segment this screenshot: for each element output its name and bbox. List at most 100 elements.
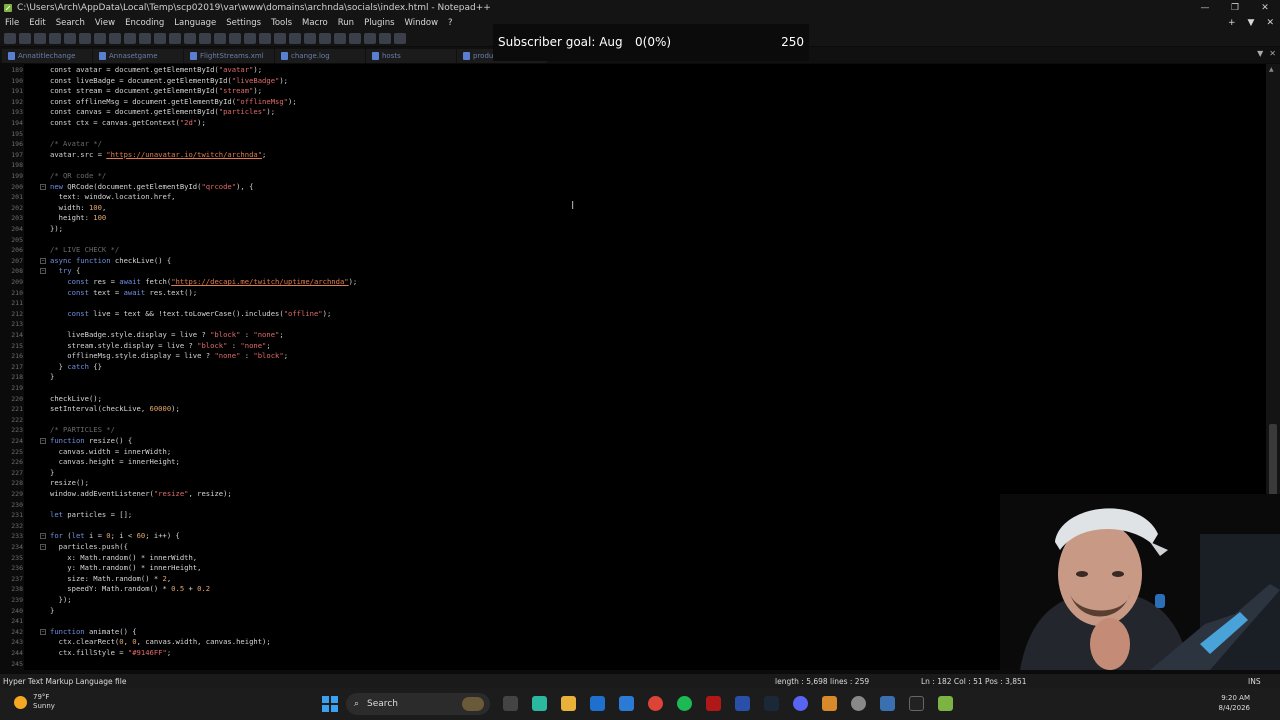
line-number: 225 (11, 447, 23, 456)
status-length: length : 5,698 lines : 259 (775, 676, 870, 686)
save-icon[interactable] (34, 32, 46, 44)
udl-icon[interactable] (319, 32, 331, 44)
photos-app-icon[interactable] (619, 696, 634, 711)
paste-icon[interactable] (139, 32, 151, 44)
menu-file[interactable]: File (0, 18, 24, 28)
menu-search[interactable]: Search (51, 18, 90, 28)
new-tab-icon[interactable]: + (1228, 18, 1236, 28)
find-icon[interactable] (184, 32, 196, 44)
redo-icon[interactable] (169, 32, 181, 44)
obs-icon[interactable] (851, 696, 866, 711)
chrome-icon[interactable] (648, 696, 663, 711)
close-button[interactable]: ✕ (1250, 0, 1280, 16)
tab-4[interactable]: hosts (366, 49, 456, 63)
code-line: 198 (0, 160, 1266, 171)
fold-toggle-icon[interactable]: − (40, 183, 46, 190)
menu-view[interactable]: View (90, 18, 120, 28)
code-token: const liveBadge = document.getElementByI… (50, 75, 232, 85)
spotify-icon[interactable] (677, 696, 692, 711)
cut-icon[interactable] (109, 32, 121, 44)
code-text: /* PARTICLES */ (50, 425, 115, 436)
minimize-button[interactable]: — (1190, 0, 1220, 16)
line-number: 229 (11, 490, 23, 498)
scroll-up-icon[interactable]: ▲ (1269, 66, 1274, 73)
code-token: ); (197, 118, 206, 127)
sync-v-icon[interactable] (244, 32, 256, 44)
line-number: 235 (11, 553, 23, 562)
code-token: } (50, 467, 55, 477)
tab-list-icon[interactable]: ▼ (1248, 18, 1255, 28)
tab-3[interactable]: change.log (275, 49, 365, 63)
menu-window[interactable]: Window (400, 18, 444, 28)
app-icon-dark[interactable] (909, 696, 924, 711)
line-number: 242 (11, 627, 23, 636)
close-all-icon[interactable] (79, 32, 91, 44)
code-line: 209 const res = await fetch("https://dec… (0, 277, 1266, 288)
notepadpp-taskbar-icon[interactable] (938, 696, 953, 711)
menu-help[interactable]: ? (443, 18, 458, 28)
copy-icon[interactable] (124, 32, 136, 44)
fold-toggle-icon[interactable]: − (40, 628, 46, 635)
doc-map-icon[interactable] (334, 32, 346, 44)
menu-settings[interactable]: Settings (221, 18, 266, 28)
print-icon[interactable] (94, 32, 106, 44)
zoom-out-icon[interactable] (229, 32, 241, 44)
app-icon-orange[interactable] (822, 696, 837, 711)
menu-run[interactable]: Run (333, 18, 359, 28)
system-clock[interactable]: 9:20 AM 8/4/2026 (1219, 693, 1250, 713)
start-button[interactable] (322, 696, 338, 712)
menu-tools[interactable]: Tools (266, 18, 297, 28)
fold-toggle-icon[interactable]: − (40, 544, 46, 550)
record-macro-icon[interactable] (394, 32, 406, 44)
code-text: const offlineMsg = document.getElementBy… (50, 97, 297, 108)
maximize-button[interactable]: ❐ (1220, 0, 1250, 16)
folder-workspace-icon[interactable] (364, 32, 376, 44)
menu-macro[interactable]: Macro (297, 18, 333, 28)
show-all-icon[interactable] (289, 32, 301, 44)
open-file-icon[interactable] (19, 32, 31, 44)
code-token: } (50, 605, 55, 615)
close-doc-icon[interactable]: ✕ (1266, 18, 1274, 28)
fold-toggle-icon[interactable]: − (40, 438, 46, 444)
store-app-icon[interactable] (590, 696, 605, 711)
code-line: 189 const avatar = document.getElementByI… (0, 65, 1266, 76)
menu-plugins[interactable]: Plugins (359, 18, 399, 28)
task-view-icon[interactable] (503, 696, 518, 711)
code-text: width: 100, (50, 203, 107, 214)
save-all-icon[interactable] (49, 32, 61, 44)
indent-guide-icon[interactable] (304, 32, 316, 44)
tab-0[interactable]: Annatitlechange (2, 49, 92, 63)
code-text: function animate() { (50, 627, 137, 638)
code-token: 0.2 (197, 584, 211, 594)
undo-icon[interactable] (154, 32, 166, 44)
fold-toggle-icon[interactable]: − (40, 257, 46, 264)
app-icon-blue[interactable] (880, 696, 895, 711)
menu-language[interactable]: Language (169, 18, 221, 28)
steam-icon[interactable] (764, 696, 779, 711)
weather-widget[interactable]: 79°F Sunny (14, 693, 55, 711)
tab-2[interactable]: FlightStreams.xml (184, 49, 274, 63)
func-list-icon[interactable] (349, 32, 361, 44)
fold-toggle-icon[interactable]: − (40, 533, 46, 540)
tab-1[interactable]: Annasetgame (93, 49, 183, 63)
taskbar-search[interactable]: ⌕ Search (346, 693, 490, 715)
tab-close-icon[interactable]: ✕ (1269, 49, 1276, 58)
zoom-in-icon[interactable] (214, 32, 226, 44)
discord-icon[interactable] (793, 696, 808, 711)
terminal-app-icon[interactable] (735, 696, 750, 711)
widgets-app-icon[interactable] (532, 696, 547, 711)
fold-toggle-icon[interactable]: − (40, 268, 46, 275)
sync-h-icon[interactable] (259, 32, 271, 44)
word-wrap-icon[interactable] (274, 32, 286, 44)
tab-dropdown-icon[interactable]: ▼ (1257, 49, 1263, 58)
close-icon[interactable] (64, 32, 76, 44)
file-explorer-icon[interactable] (561, 696, 576, 711)
monitor-icon[interactable] (379, 32, 391, 44)
replace-icon[interactable] (199, 32, 211, 44)
media-app-icon[interactable] (706, 696, 721, 711)
menu-edit[interactable]: Edit (24, 18, 50, 28)
new-file-icon[interactable] (4, 32, 16, 44)
menu-encoding[interactable]: Encoding (120, 18, 169, 28)
code-text: /* QR code */ (50, 171, 106, 182)
line-number: 213 (11, 320, 23, 329)
